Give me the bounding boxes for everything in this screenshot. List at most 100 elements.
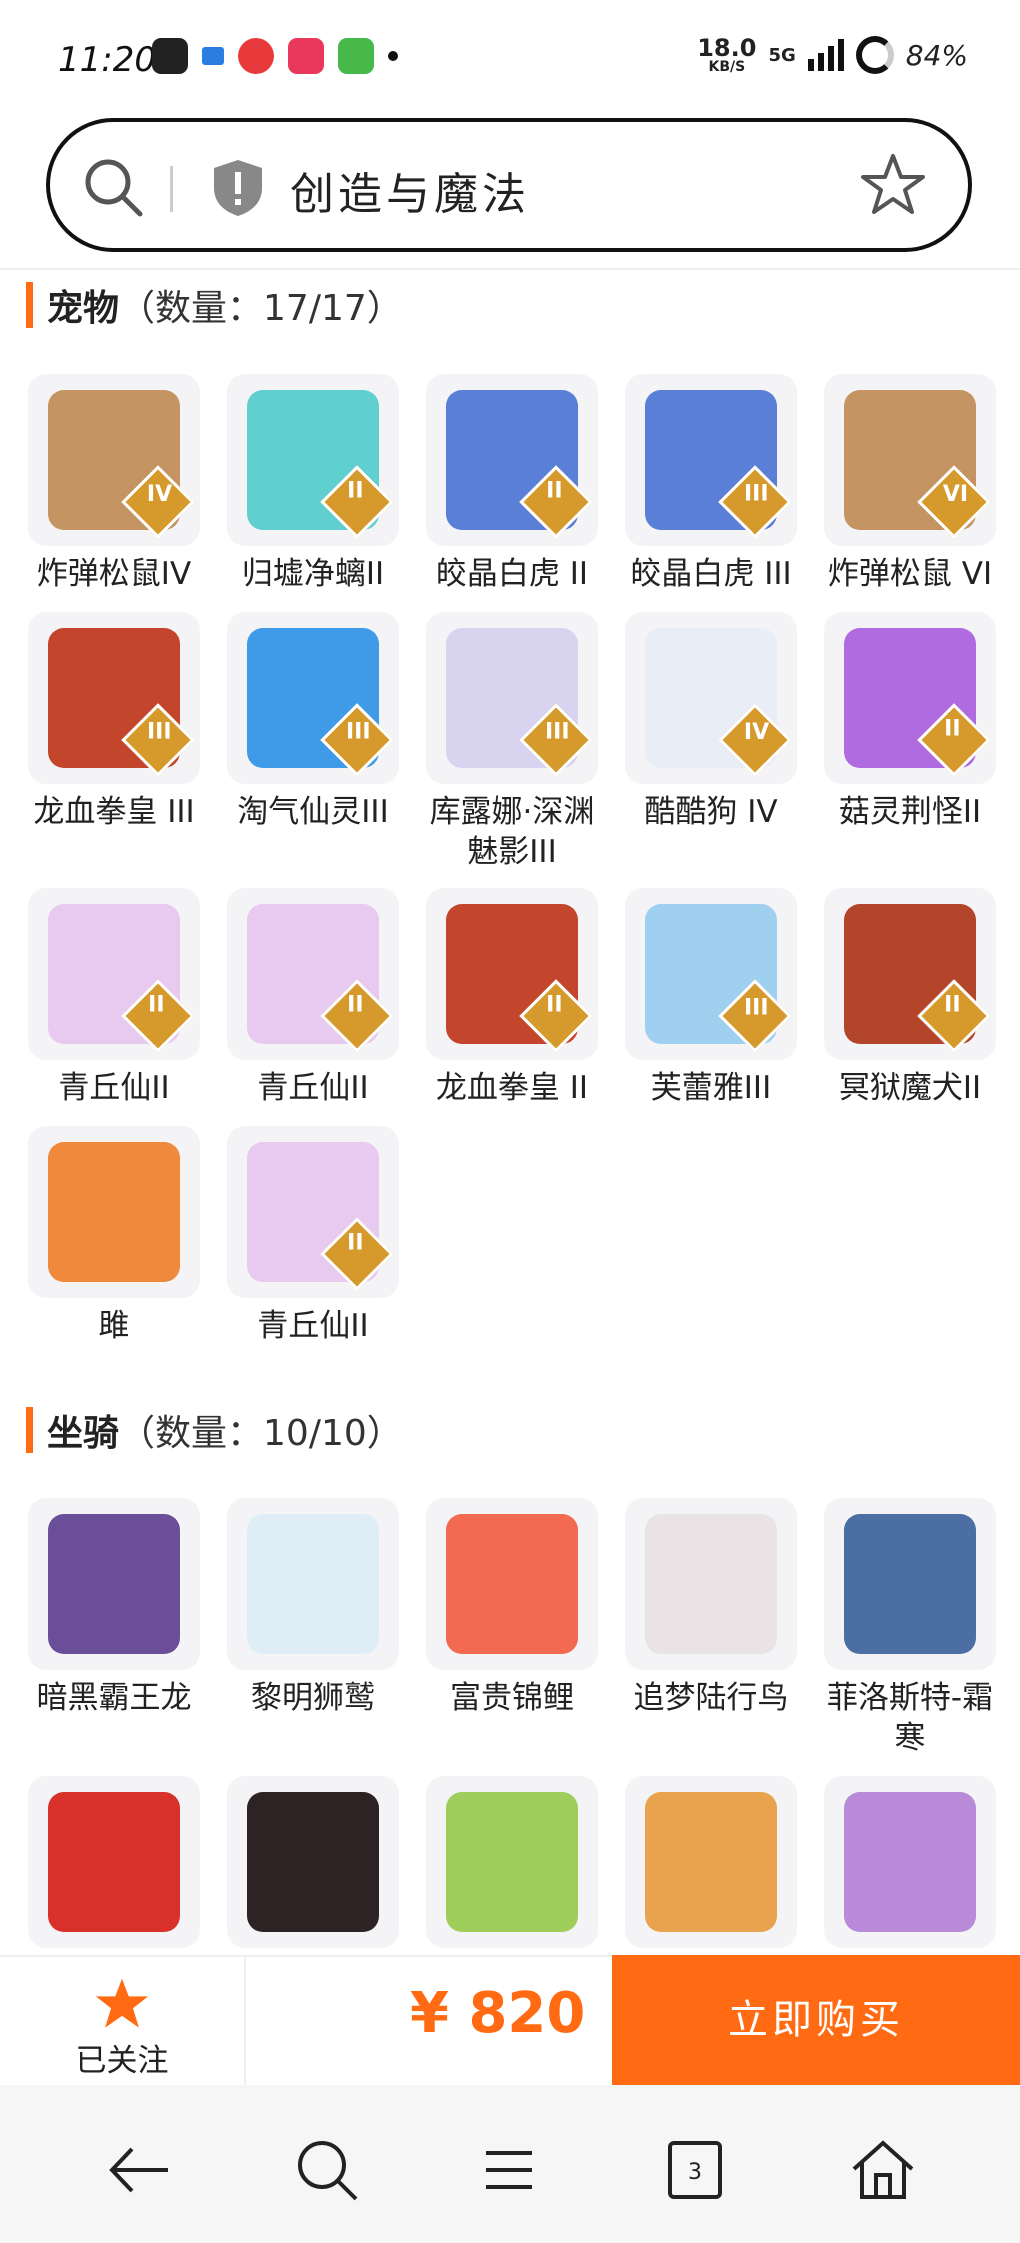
item-thumbnail[interactable] bbox=[625, 1498, 797, 1670]
mount-item[interactable] bbox=[623, 1776, 799, 1956]
item-label: 皎晶白虎 II bbox=[435, 556, 589, 592]
mount-item[interactable]: 菲洛斯特-霜寒 bbox=[822, 1498, 998, 1758]
item-label: 暗黑霸王龙 bbox=[36, 1680, 192, 1716]
item-label: 追梦陆行鸟 bbox=[633, 1680, 789, 1716]
status-app-icons bbox=[152, 38, 398, 74]
item-image bbox=[48, 1514, 180, 1654]
pet-item[interactable]: III 芙蕾雅III bbox=[623, 888, 799, 1108]
pet-item[interactable]: II 归墟净螭II bbox=[225, 374, 401, 594]
mount-item[interactable] bbox=[822, 1776, 998, 1956]
section-accent-bar bbox=[26, 1407, 33, 1453]
section-accent-bar bbox=[26, 282, 33, 328]
item-image bbox=[844, 1792, 976, 1932]
pet-item[interactable]: 雎 bbox=[26, 1126, 202, 1346]
item-thumbnail[interactable]: II bbox=[426, 374, 598, 546]
item-thumbnail[interactable]: III bbox=[426, 612, 598, 784]
item-thumbnail[interactable]: II bbox=[824, 612, 996, 784]
pet-item[interactable]: IV 酷酷狗 IV bbox=[623, 612, 799, 832]
item-label: 青丘仙II bbox=[58, 1070, 170, 1106]
pet-item[interactable]: III 皎晶白虎 III bbox=[623, 374, 799, 594]
item-thumbnail[interactable] bbox=[28, 1498, 200, 1670]
message-app-icon bbox=[202, 47, 224, 65]
pet-item[interactable]: II 青丘仙II bbox=[225, 1126, 401, 1346]
item-label: 炸弹松鼠 VI bbox=[827, 556, 993, 592]
mounts-section-title: 坐骑 （数量：10/10） bbox=[26, 1405, 403, 1455]
item-thumbnail[interactable] bbox=[28, 1126, 200, 1298]
search-query[interactable]: 创造与魔法 bbox=[290, 158, 530, 222]
mount-item[interactable]: 追梦陆行鸟 bbox=[623, 1498, 799, 1718]
item-thumbnail[interactable]: III bbox=[227, 612, 399, 784]
pet-item[interactable]: II 菇灵荆怪II bbox=[822, 612, 998, 832]
price: ¥ 820 bbox=[410, 1981, 586, 2046]
item-label: 炸弹松鼠IV bbox=[36, 556, 192, 592]
item-thumbnail[interactable] bbox=[824, 1776, 996, 1948]
item-label: 雎 bbox=[98, 1308, 130, 1344]
search-divider bbox=[170, 166, 173, 212]
item-label: 菲洛斯特-霜寒 bbox=[826, 1680, 994, 1756]
home-icon[interactable] bbox=[848, 2135, 918, 2205]
pet-item[interactable]: III 龙血拳皇 III bbox=[26, 612, 202, 832]
follow-button[interactable]: 已关注 bbox=[0, 1957, 246, 2087]
item-thumbnail[interactable] bbox=[28, 1776, 200, 1948]
buy-now-button[interactable]: 立即购买 bbox=[612, 1955, 1020, 2085]
favorite-star-icon[interactable] bbox=[860, 152, 926, 218]
item-label: 龙血拳皇 II bbox=[435, 1070, 589, 1106]
back-arrow-icon[interactable] bbox=[104, 2135, 174, 2205]
pet-item[interactable]: II 冥狱魔犬II bbox=[822, 888, 998, 1108]
section-count: （数量：10/10） bbox=[119, 1413, 403, 1454]
mount-item[interactable] bbox=[424, 1776, 600, 1956]
pet-item[interactable]: II 青丘仙II bbox=[26, 888, 202, 1108]
item-thumbnail[interactable]: II bbox=[227, 1126, 399, 1298]
item-label: 黎明狮鹫 bbox=[251, 1680, 375, 1716]
pet-item[interactable]: II 皎晶白虎 II bbox=[424, 374, 600, 594]
item-thumbnail[interactable]: IV bbox=[625, 612, 797, 784]
menu-icon[interactable] bbox=[474, 2135, 544, 2205]
item-label: 龙血拳皇 III bbox=[33, 794, 195, 830]
item-label: 菇灵荆怪II bbox=[838, 794, 982, 830]
item-thumbnail[interactable]: II bbox=[227, 374, 399, 546]
item-thumbnail[interactable]: II bbox=[824, 888, 996, 1060]
item-label: 冥狱魔犬II bbox=[838, 1070, 982, 1106]
item-label: 青丘仙II bbox=[257, 1070, 369, 1106]
pet-item[interactable]: III 淘气仙灵III bbox=[225, 612, 401, 832]
battery-level: 84% bbox=[905, 38, 968, 72]
status-time: 11:20 bbox=[58, 40, 156, 80]
item-thumbnail[interactable] bbox=[227, 1498, 399, 1670]
tabs-icon[interactable]: 3 bbox=[660, 2135, 730, 2205]
item-label: 芙蕾雅III bbox=[650, 1070, 772, 1106]
item-thumbnail[interactable] bbox=[227, 1776, 399, 1948]
mount-item[interactable] bbox=[225, 1776, 401, 1956]
svg-text:3: 3 bbox=[688, 2160, 702, 2185]
item-image bbox=[645, 1792, 777, 1932]
item-image bbox=[645, 1514, 777, 1654]
item-thumbnail[interactable] bbox=[625, 1776, 797, 1948]
item-thumbnail[interactable] bbox=[426, 1776, 598, 1948]
item-thumbnail[interactable] bbox=[824, 1498, 996, 1670]
item-thumbnail[interactable]: III bbox=[28, 612, 200, 784]
mount-item[interactable] bbox=[26, 1776, 202, 1956]
item-thumbnail[interactable]: VI bbox=[824, 374, 996, 546]
mount-item[interactable]: 黎明狮鹫 bbox=[225, 1498, 401, 1718]
video-app-icon bbox=[288, 38, 324, 74]
item-image bbox=[247, 1514, 379, 1654]
mount-item[interactable]: 暗黑霸王龙 bbox=[26, 1498, 202, 1718]
item-thumbnail[interactable] bbox=[426, 1498, 598, 1670]
item-thumbnail[interactable]: II bbox=[28, 888, 200, 1060]
search-bar[interactable]: 创造与魔法 bbox=[46, 118, 972, 252]
item-thumbnail[interactable]: III bbox=[625, 374, 797, 546]
item-thumbnail[interactable]: III bbox=[625, 888, 797, 1060]
search-icon[interactable] bbox=[292, 2135, 362, 2205]
search-icon[interactable] bbox=[82, 156, 146, 220]
item-thumbnail[interactable]: II bbox=[426, 888, 598, 1060]
pet-item[interactable]: IV 炸弹松鼠IV bbox=[26, 374, 202, 594]
pet-item[interactable]: II 青丘仙II bbox=[225, 888, 401, 1108]
pet-item[interactable]: VI 炸弹松鼠 VI bbox=[822, 374, 998, 594]
pet-item[interactable]: II 龙血拳皇 II bbox=[424, 888, 600, 1108]
item-image bbox=[247, 1792, 379, 1932]
item-thumbnail[interactable]: IV bbox=[28, 374, 200, 546]
section-name: 坐骑 bbox=[47, 1413, 120, 1454]
item-thumbnail[interactable]: II bbox=[227, 888, 399, 1060]
battery-icon bbox=[855, 36, 894, 74]
mount-item[interactable]: 富贵锦鲤 bbox=[424, 1498, 600, 1718]
pet-item[interactable]: III 库露娜·深渊魅影III bbox=[424, 612, 600, 872]
